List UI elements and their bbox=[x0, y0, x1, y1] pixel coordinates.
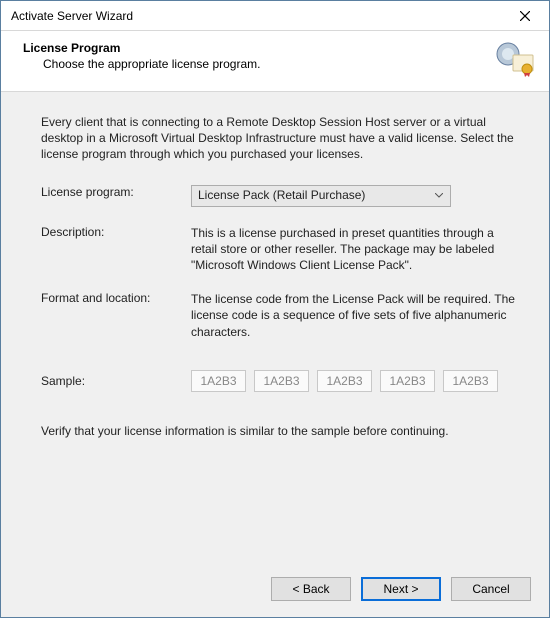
sample-box-3: 1A2B3 bbox=[317, 370, 372, 392]
sample-label: Sample: bbox=[41, 374, 191, 388]
page-title: License Program bbox=[23, 41, 487, 55]
wizard-header: License Program Choose the appropriate l… bbox=[1, 31, 549, 92]
header-text: License Program Choose the appropriate l… bbox=[23, 41, 487, 71]
next-button[interactable]: Next > bbox=[361, 577, 441, 601]
content-area: Every client that is connecting to a Rem… bbox=[1, 92, 549, 565]
page-subtitle: Choose the appropriate license program. bbox=[43, 57, 487, 71]
format-value: The license code from the License Pack w… bbox=[191, 291, 519, 340]
wizard-footer: < Back Next > Cancel bbox=[1, 565, 549, 617]
wizard-icon bbox=[495, 41, 535, 77]
license-program-select[interactable]: License Pack (Retail Purchase) bbox=[191, 185, 451, 207]
format-row: Format and location: The license code fr… bbox=[41, 291, 519, 340]
sample-row: Sample: 1A2B3 1A2B3 1A2B3 1A2B3 1A2B3 bbox=[41, 370, 519, 392]
description-value: This is a license purchased in preset qu… bbox=[191, 225, 519, 274]
license-program-value: License Pack (Retail Purchase) bbox=[198, 187, 432, 203]
sample-box-1: 1A2B3 bbox=[191, 370, 246, 392]
back-button[interactable]: < Back bbox=[271, 577, 351, 601]
format-label: Format and location: bbox=[41, 291, 191, 340]
sample-box-5: 1A2B3 bbox=[443, 370, 498, 392]
license-program-label: License program: bbox=[41, 185, 191, 207]
sample-box-4: 1A2B3 bbox=[380, 370, 435, 392]
close-icon bbox=[520, 11, 530, 21]
sample-boxes: 1A2B3 1A2B3 1A2B3 1A2B3 1A2B3 bbox=[191, 370, 498, 392]
sample-box-2: 1A2B3 bbox=[254, 370, 309, 392]
license-program-row: License program: License Pack (Retail Pu… bbox=[41, 185, 519, 207]
description-label: Description: bbox=[41, 225, 191, 274]
verify-text: Verify that your license information is … bbox=[41, 424, 519, 438]
window-title: Activate Server Wizard bbox=[11, 9, 505, 23]
intro-text: Every client that is connecting to a Rem… bbox=[41, 114, 519, 163]
cancel-button[interactable]: Cancel bbox=[451, 577, 531, 601]
wizard-window: Activate Server Wizard License Program C… bbox=[0, 0, 550, 618]
titlebar: Activate Server Wizard bbox=[1, 1, 549, 31]
close-button[interactable] bbox=[505, 3, 545, 29]
description-row: Description: This is a license purchased… bbox=[41, 225, 519, 274]
chevron-down-icon bbox=[432, 193, 446, 198]
